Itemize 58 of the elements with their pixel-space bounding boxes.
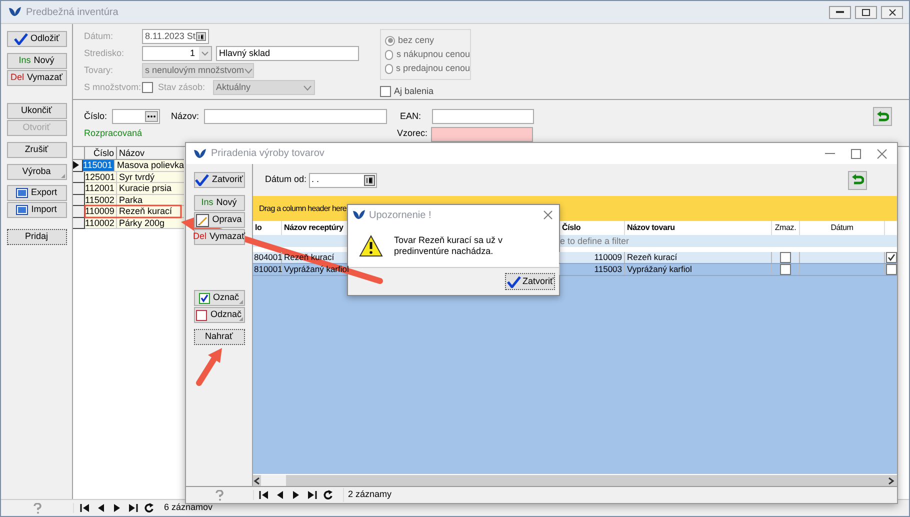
field-label: EAN: — [400, 110, 422, 123]
radio-label: s predajnou cenou — [396, 62, 470, 75]
table-cell: Vyprážaný karfiol — [625, 264, 772, 275]
toolbar-button[interactable]: Odložiť — [6, 31, 66, 47]
column-header[interactable]: Zmaz. — [774, 222, 796, 234]
table-cell: Kuracie prsia — [117, 183, 184, 194]
table-cell: 112001 — [85, 183, 117, 194]
field-label: S množstvom: — [84, 80, 142, 94]
radio-label: s nákupnou cenou — [396, 48, 470, 61]
column-header[interactable]: Názov receptúry — [284, 222, 344, 234]
toolbar-button[interactable]: Ins Nový — [194, 195, 244, 211]
toolbar-button[interactable]: Ukončiť — [6, 103, 66, 119]
table-cell: Syr tvrdý — [117, 172, 184, 183]
field-label: Dátum: — [84, 30, 114, 43]
record-count: 6 záznamov — [164, 501, 213, 514]
radio-label: bez ceny — [398, 34, 434, 47]
checkbox-label: Aj balenia — [394, 85, 434, 98]
field-label: Tovary: — [84, 64, 114, 77]
toolbar-button[interactable]: Import — [6, 202, 66, 218]
toolbar-button[interactable]: Del Vymazať — [194, 229, 244, 245]
column-header[interactable]: lo — [255, 222, 262, 234]
table-cell: 115001 — [82, 160, 115, 172]
window-title: Priradenia výroby tovarov — [211, 147, 324, 161]
table-cell: 125001 — [85, 172, 117, 183]
window-title: Predbežná inventúra — [26, 6, 118, 20]
filter-hint: e to define a filter — [560, 235, 630, 247]
toolbar-button[interactable]: Del Vymazať — [6, 70, 66, 86]
dialog-title: Upozornenie ! — [369, 208, 432, 222]
toolbar-button[interactable]: Ins Nový — [6, 53, 66, 69]
table-cell: 810001 — [253, 264, 282, 275]
date-field[interactable]: . . — [308, 172, 377, 188]
toolbar-button[interactable]: Označ — [194, 290, 244, 306]
table-cell: Párky 200g — [117, 218, 184, 229]
status-text: Rozpracovaná — [84, 127, 144, 140]
action-button[interactable]: Nahrať — [194, 329, 244, 345]
toolbar-button[interactable]: Zrušiť — [6, 142, 66, 158]
table-cell: Rezeň kurací — [625, 252, 772, 263]
hint-text: Drag a column header here — [259, 202, 346, 214]
close-button[interactable]: Zatvoriť — [505, 273, 555, 290]
column-header[interactable]: Číslo — [562, 222, 581, 234]
toolbar-button[interactable]: Export — [6, 185, 66, 201]
table-cell: 110002 — [85, 218, 117, 229]
field-label: Vzorec: — [397, 127, 429, 140]
toolbar-button[interactable]: Odznač — [194, 307, 244, 323]
column-header[interactable]: Názov tovaru — [627, 222, 675, 234]
field-label: Dátum od: — [265, 173, 307, 186]
record-count: 2 záznamy — [343, 488, 392, 502]
column-header[interactable]: Dátum — [830, 222, 854, 234]
field-label: Stredisko: — [84, 46, 126, 60]
toolbar-button[interactable]: Zatvoriť — [194, 172, 244, 188]
field-label: Stav zásob: — [158, 80, 206, 94]
field-label: Číslo: — [84, 110, 108, 123]
toolbar-button[interactable]: Výroba — [6, 164, 66, 180]
field-label: Názov: — [171, 110, 200, 123]
action-button[interactable]: Pridaj — [6, 229, 66, 245]
table-cell: Masova polievka — [114, 160, 184, 172]
table-cell: 804001 — [253, 252, 282, 263]
toolbar-button[interactable]: Oprava — [194, 212, 244, 228]
